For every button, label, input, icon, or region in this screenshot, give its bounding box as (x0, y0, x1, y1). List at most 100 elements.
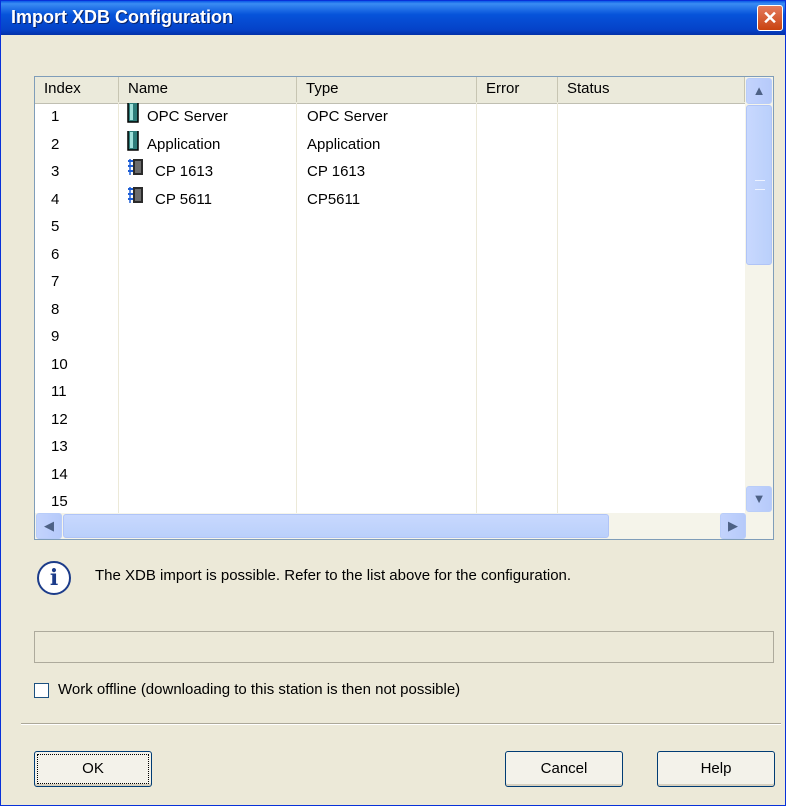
row-index: 13 (35, 433, 119, 461)
row-index: 12 (35, 405, 119, 433)
row-name (119, 488, 297, 513)
dialog-title: Import XDB Configuration (11, 7, 233, 27)
work-offline-checkbox[interactable] (34, 683, 49, 698)
vertical-scrollbar[interactable]: ▲ ▼ (745, 77, 773, 513)
scroll-up-button[interactable]: ▲ (746, 78, 772, 104)
row-error (477, 378, 558, 406)
table-row[interactable]: 4 CP 5611 CP5611 (35, 185, 745, 214)
row-index: 8 (35, 295, 119, 323)
row-type (297, 240, 477, 268)
row-type: CP5611 (297, 185, 477, 213)
row-type: OPC Server (297, 103, 477, 131)
row-name: OPC Server (119, 103, 297, 131)
table-row[interactable]: 3 CP 1613 CP 1613 (35, 158, 745, 186)
row-status (558, 131, 745, 159)
row-error (477, 130, 558, 158)
row-error (477, 405, 558, 433)
row-type: CP 1613 (297, 158, 477, 186)
row-name (119, 268, 297, 296)
row-error (477, 488, 558, 513)
row-name (119, 213, 297, 241)
scroll-left-button[interactable]: ◀ (36, 513, 62, 539)
row-name-text: OPC Server (147, 108, 228, 126)
table-row[interactable]: 11 (35, 378, 745, 406)
row-type (297, 323, 477, 351)
horizontal-scroll-thumb[interactable] (63, 514, 609, 538)
table-row[interactable]: 15 (35, 488, 745, 513)
row-status (558, 296, 745, 324)
row-type (297, 213, 477, 241)
column-header-type[interactable]: Type (297, 77, 477, 102)
table-row[interactable]: 13 (35, 433, 745, 461)
row-type (297, 378, 477, 406)
column-header-index[interactable]: Index (35, 77, 119, 102)
application-icon (127, 130, 139, 159)
row-status (558, 323, 745, 351)
row-index: 5 (35, 213, 119, 241)
row-index: 6 (35, 240, 119, 268)
row-index: 4 (35, 185, 119, 213)
row-status (558, 158, 745, 186)
row-name (119, 295, 297, 323)
close-button[interactable]: ✕ (757, 5, 783, 31)
row-name: CP 5611 (119, 185, 297, 214)
row-name (119, 323, 297, 351)
configuration-list[interactable]: Index Name Type Error Status 1 OPC Server… (34, 76, 774, 540)
row-name (119, 240, 297, 268)
row-error (477, 460, 558, 488)
table-row[interactable]: 5 (35, 213, 745, 241)
row-name (119, 460, 297, 488)
table-row[interactable]: 2 Application Application (35, 130, 745, 159)
scroll-right-button[interactable]: ▶ (720, 513, 746, 539)
row-index: 14 (35, 460, 119, 488)
separator (21, 723, 781, 725)
application-icon (127, 103, 139, 131)
row-error (477, 323, 558, 351)
table-row[interactable]: 7 (35, 268, 745, 296)
info-message: The XDB import is possible. Refer to the… (95, 567, 572, 584)
table-row[interactable]: 1 OPC Server OPC Server (35, 103, 745, 131)
table-row[interactable]: 10 (35, 350, 745, 378)
list-rows: 1 OPC Server OPC Server 2 Application Applica… (35, 103, 745, 513)
column-header-status[interactable]: Status (558, 77, 745, 102)
row-status (558, 461, 745, 489)
row-name-text: CP 5611 (155, 190, 212, 208)
row-status (558, 406, 745, 434)
row-status (558, 213, 745, 241)
help-button[interactable]: Help (657, 751, 775, 787)
table-row[interactable]: 9 (35, 323, 745, 351)
table-row[interactable]: 14 (35, 460, 745, 489)
row-status (558, 378, 745, 406)
row-type (297, 488, 477, 513)
table-row[interactable]: 6 (35, 240, 745, 268)
vertical-scroll-thumb[interactable] (746, 105, 772, 265)
row-error (477, 268, 558, 296)
row-status (558, 433, 745, 461)
list-header: Index Name Type Error Status (35, 77, 745, 104)
row-name: Application (119, 130, 297, 159)
row-error (477, 295, 558, 323)
column-header-name[interactable]: Name (119, 77, 297, 102)
ok-button[interactable]: OK (34, 751, 152, 787)
row-name (119, 350, 297, 378)
table-row[interactable]: 8 (35, 295, 745, 324)
title-bar[interactable]: Import XDB Configuration ✕ (1, 1, 785, 35)
scroll-down-button[interactable]: ▼ (746, 486, 772, 512)
horizontal-scrollbar[interactable]: ◀ ▶ (35, 513, 773, 539)
row-index: 11 (35, 378, 119, 406)
progress-bar (34, 631, 774, 663)
work-offline-label[interactable]: Work offline (downloading to this statio… (58, 681, 460, 698)
row-error (477, 433, 558, 461)
row-status (558, 268, 745, 296)
network-card-icon (127, 158, 147, 186)
network-card-icon (127, 186, 147, 214)
cancel-button[interactable]: Cancel (505, 751, 623, 787)
import-xdb-dialog: Import XDB Configuration ✕ Index Name Ty… (0, 0, 786, 806)
column-header-error[interactable]: Error (477, 77, 558, 102)
table-row[interactable]: 12 (35, 405, 745, 434)
row-type (297, 405, 477, 433)
row-index: 7 (35, 268, 119, 296)
info-panel: i The XDB import is possible. Refer to t… (37, 559, 777, 609)
row-error (477, 350, 558, 378)
row-error (477, 158, 558, 186)
